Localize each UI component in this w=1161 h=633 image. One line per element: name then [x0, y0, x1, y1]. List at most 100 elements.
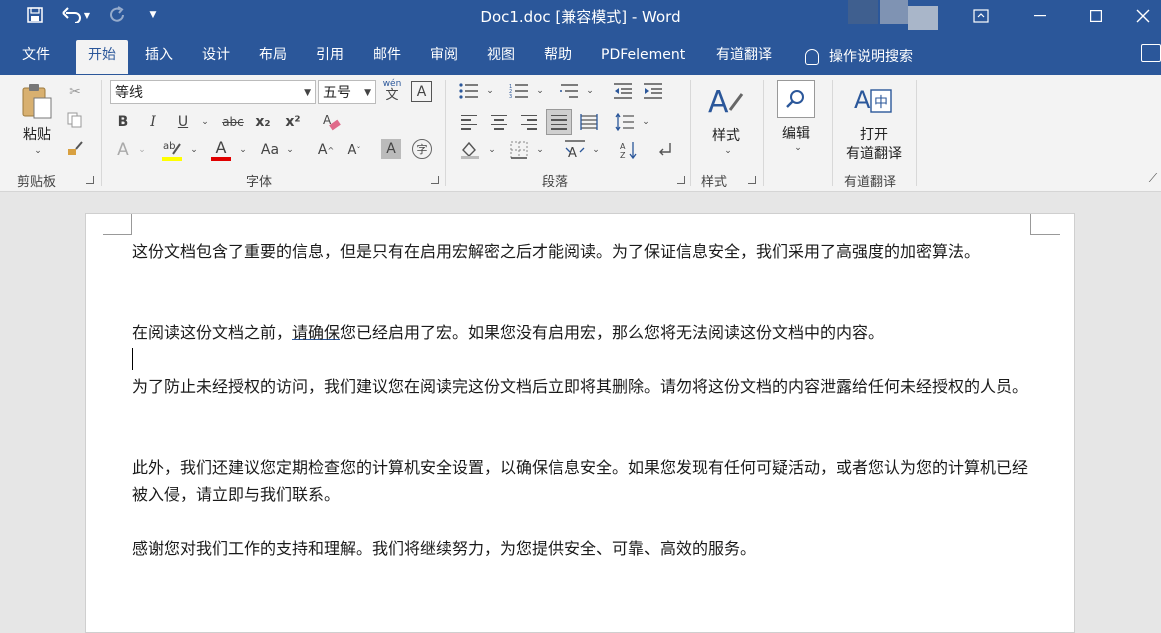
borders-icon[interactable] [508, 139, 530, 161]
close-icon[interactable] [1125, 0, 1161, 32]
change-case-button[interactable]: Aa [258, 139, 282, 161]
text-effects-chevron-icon[interactable]: ⌄ [136, 139, 148, 161]
distributed-icon[interactable] [578, 111, 600, 133]
enclose-characters-icon[interactable]: 字 [412, 139, 432, 159]
superscript-button[interactable]: x² [282, 111, 304, 133]
highlight-color-icon[interactable]: ab [160, 137, 184, 163]
change-case-chevron-icon[interactable]: ⌄ [284, 139, 296, 161]
italic-button[interactable]: I [142, 111, 164, 133]
strikethrough-button[interactable]: abc [218, 111, 248, 133]
tab-mailings[interactable]: 邮件 [361, 40, 413, 74]
ribbon-display-options-icon[interactable] [958, 0, 1004, 32]
shrink-font-button[interactable]: Aˇ [344, 139, 364, 161]
sort-icon[interactable]: AZ [618, 139, 640, 161]
line-spacing-chevron-icon[interactable]: ⌄ [640, 111, 652, 133]
document-paragraph[interactable]: 为了防止未经授权的访问，我们建议您在阅读完这份文档后立即将其删除。请勿将这份文档… [132, 373, 1032, 400]
customize-qat-icon[interactable]: ▼ [145, 4, 161, 26]
align-right-icon[interactable] [518, 111, 540, 133]
chinese-layout-icon[interactable]: A [562, 139, 588, 161]
show-hide-marks-icon[interactable] [654, 139, 676, 161]
tab-view[interactable]: 视图 [475, 40, 527, 74]
comments-icon[interactable] [1141, 44, 1161, 62]
text-effects-icon[interactable]: A [112, 139, 134, 161]
maximize-icon[interactable] [1073, 0, 1119, 32]
styles-chevron-icon[interactable]: ⌄ [720, 145, 736, 157]
multilevel-list-icon[interactable] [558, 81, 580, 101]
clipboard-launcher-icon[interactable] [86, 176, 94, 184]
align-left-icon[interactable] [458, 111, 480, 133]
account-avatar[interactable] [848, 0, 878, 24]
paragraph-launcher-icon[interactable] [677, 176, 685, 184]
tab-file[interactable]: 文件 [10, 40, 62, 74]
font-color-icon[interactable]: A [208, 137, 234, 163]
youdao-button-label-1[interactable]: 打开 [838, 124, 910, 144]
justify-icon[interactable] [546, 109, 572, 135]
tab-layout[interactable]: 布局 [247, 40, 299, 74]
editing-button-label[interactable]: 编辑 [774, 123, 818, 143]
font-color-chevron-icon[interactable]: ⌄ [237, 139, 249, 161]
tab-references[interactable]: 引用 [304, 40, 356, 74]
tell-me-search[interactable]: 操作说明搜索 [805, 40, 913, 74]
grow-font-letter: A [317, 142, 328, 158]
copy-icon[interactable] [64, 109, 86, 131]
document-paragraph[interactable]: 此外，我们还建议您定期检查您的计算机安全设置，以确保信息安全。如果您发现有任何可… [132, 454, 1032, 508]
tab-review[interactable]: 审阅 [418, 40, 470, 74]
font-name-combo[interactable]: 等线 ▼ [110, 80, 316, 104]
document-paragraph[interactable]: 这份文档包含了重要的信息，但是只有在启用宏解密之后才能阅读。为了保证信息安全，我… [132, 238, 1032, 265]
tab-insert[interactable]: 插入 [133, 40, 185, 74]
paste-icon[interactable] [18, 81, 56, 121]
paste-button-label[interactable]: 粘贴 [17, 124, 57, 144]
styles-button-label[interactable]: 样式 [703, 125, 749, 145]
increase-indent-icon[interactable] [642, 81, 664, 101]
highlight-chevron-icon[interactable]: ⌄ [188, 139, 200, 161]
document-page[interactable]: 这份文档包含了重要的信息，但是只有在启用宏解密之后才能阅读。为了保证信息安全，我… [85, 213, 1075, 633]
youdao-button-label-2[interactable]: 有道翻译 [838, 143, 910, 163]
title-bar: ▼ ▼ Doc1.doc [兼容模式] - Word [0, 0, 1161, 32]
svg-text:3: 3 [509, 94, 512, 99]
tab-design[interactable]: 设计 [190, 40, 242, 74]
line-spacing-icon[interactable] [614, 111, 636, 133]
undo-icon[interactable]: ▼ [58, 4, 94, 26]
format-painter-icon[interactable] [64, 137, 86, 159]
youdao-translate-icon[interactable]: A中 [852, 83, 894, 117]
editing-chevron-icon[interactable]: ⌄ [790, 142, 806, 154]
font-size-combo[interactable]: 五号 ▼ [318, 80, 376, 104]
character-border-icon[interactable]: A [411, 81, 432, 102]
redo-icon[interactable] [106, 4, 130, 26]
numbering-icon[interactable]: 123 [508, 81, 530, 101]
grow-font-button[interactable]: A ^ [316, 139, 336, 161]
styles-icon[interactable]: A [704, 81, 748, 123]
bullets-chevron-icon[interactable]: ⌄ [484, 81, 496, 101]
multilevel-chevron-icon[interactable]: ⌄ [584, 81, 596, 101]
chinese-layout-chevron-icon[interactable]: ⌄ [590, 139, 602, 161]
grammar-flag-text[interactable]: 请确保 [292, 323, 340, 342]
align-center-icon[interactable] [488, 111, 510, 133]
tab-home[interactable]: 开始 [76, 40, 128, 74]
decrease-indent-icon[interactable] [612, 81, 634, 101]
tab-help[interactable]: 帮助 [532, 40, 584, 74]
tab-youdao[interactable]: 有道翻译 [704, 40, 784, 74]
underline-button[interactable]: U [172, 111, 194, 133]
underline-chevron-icon[interactable]: ⌄ [198, 111, 212, 133]
document-paragraph[interactable]: 在阅读这份文档之前，请确保您已经启用了宏。如果您没有启用宏，那么您将无法阅读这份… [132, 319, 1032, 346]
character-shading-icon[interactable]: A [381, 139, 401, 159]
tab-pdfelement[interactable]: PDFelement [589, 40, 697, 74]
phonetic-guide-icon[interactable]: wén 文 [382, 79, 402, 103]
shading-icon[interactable] [458, 139, 482, 161]
clear-formatting-icon[interactable]: A [320, 111, 344, 133]
borders-chevron-icon[interactable]: ⌄ [534, 139, 546, 161]
collapse-ribbon-icon[interactable]: ⟋ [1146, 171, 1160, 185]
save-icon[interactable] [24, 4, 46, 26]
minimize-icon[interactable] [1017, 0, 1063, 32]
font-launcher-icon[interactable] [431, 176, 439, 184]
bold-button[interactable]: B [112, 111, 134, 133]
bullets-icon[interactable] [458, 81, 480, 101]
document-paragraph[interactable]: 感谢您对我们工作的支持和理解。我们将继续努力，为您提供安全、可靠、高效的服务。 [132, 535, 1032, 562]
numbering-chevron-icon[interactable]: ⌄ [534, 81, 546, 101]
shading-chevron-icon[interactable]: ⌄ [486, 139, 498, 161]
cut-icon[interactable]: ✂ [64, 81, 86, 103]
styles-launcher-icon[interactable] [748, 176, 756, 184]
paste-options-chevron-icon[interactable]: ⌄ [30, 145, 46, 157]
subscript-button[interactable]: x₂ [252, 111, 274, 133]
search-icon[interactable] [777, 80, 815, 118]
